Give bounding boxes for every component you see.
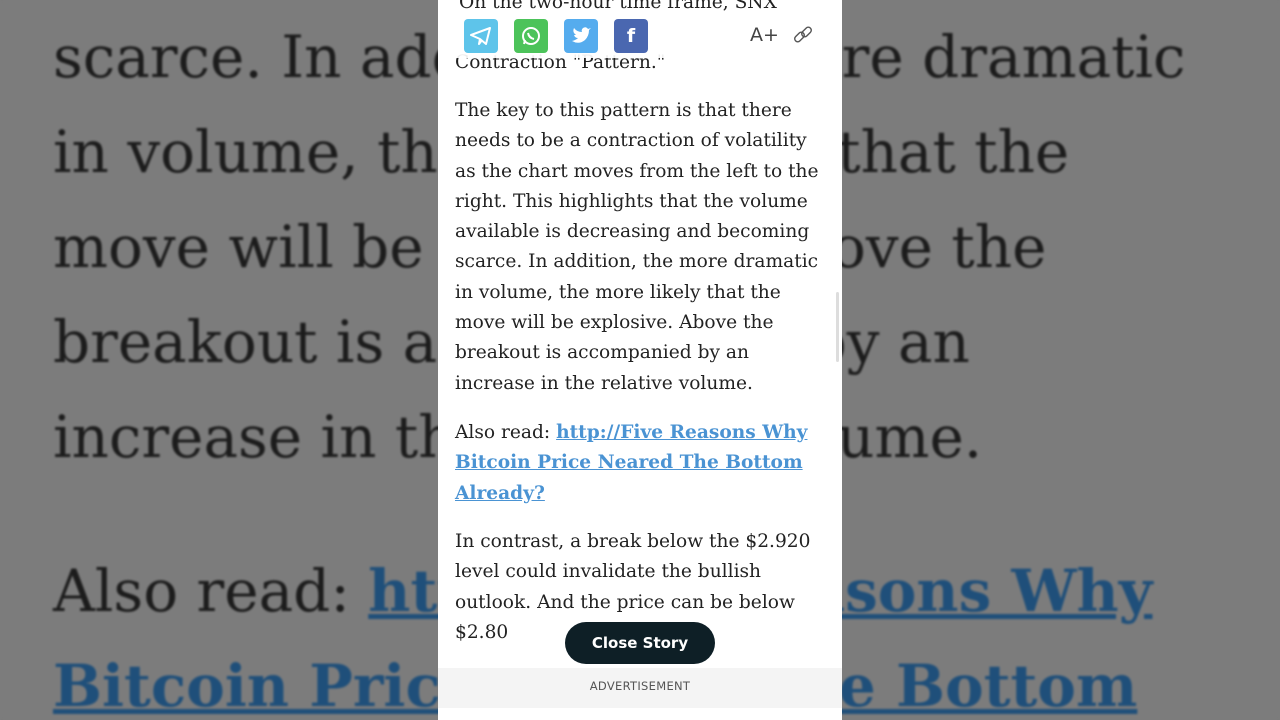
twitter-share-button[interactable]	[564, 19, 598, 53]
scrollbar[interactable]	[836, 292, 839, 362]
article-line: breakout is accompanied by an	[455, 342, 749, 364]
article-paragraph: The key to this pattern is that there ne…	[455, 96, 819, 399]
also-read: Also read: http://Five Reasons Why Bitco…	[455, 418, 807, 509]
article-line: in volume, the more likely that the	[455, 281, 781, 303]
facebook-icon: f	[626, 25, 636, 47]
close-story-button[interactable]: Close Story	[565, 622, 715, 664]
link-icon	[794, 26, 812, 43]
facebook-share-button[interactable]: f	[614, 19, 648, 53]
article-line: available is decreasing and becoming	[455, 221, 810, 243]
article-line: increase in the relative volume.	[455, 372, 753, 394]
also-read-link[interactable]: Already?	[455, 483, 545, 504]
whatsapp-share-button[interactable]	[514, 19, 548, 53]
whatsapp-icon	[522, 27, 540, 45]
article-line: needs to be a contraction of volatility	[455, 130, 807, 152]
article-line: In contrast, a break below the $2.920	[455, 531, 811, 552]
article-line: as the chart moves from the left to the	[455, 160, 819, 182]
article-line: right. This highlights that the volume	[455, 190, 808, 212]
advertisement-label: ADVERTISEMENT	[438, 668, 842, 708]
copy-link-button[interactable]	[792, 24, 814, 51]
telegram-icon	[470, 27, 491, 45]
article-line: move will be explosive. Above the	[455, 312, 774, 334]
article-line: scarce. In addition, the more dramatic	[455, 251, 819, 273]
article-line: The key to this pattern is that there	[455, 100, 792, 121]
telegram-share-button[interactable]	[464, 19, 498, 53]
article-line: outlook. And the price can be below	[455, 591, 795, 613]
also-read-link[interactable]: http://Five Reasons Why	[556, 422, 807, 443]
article-line: level could invalidate the bullish	[455, 561, 762, 583]
story-panel: On the two-hour time frame, SNX Contract…	[438, 0, 842, 720]
also-read-link[interactable]: Bitcoin Price Neared The Bottom	[455, 452, 803, 473]
bg-also-read-prefix: Also read:	[53, 557, 369, 625]
share-bar: f A+	[438, 14, 842, 58]
also-read-label: Also read:	[455, 422, 557, 443]
twitter-icon	[572, 27, 591, 43]
font-size-button[interactable]: A+	[750, 24, 779, 46]
